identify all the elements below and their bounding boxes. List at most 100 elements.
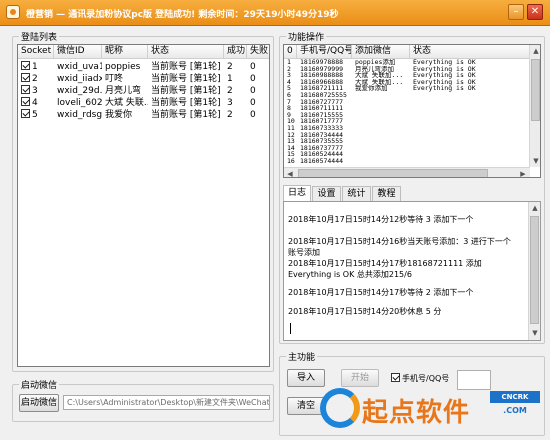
scroll-left-arrow-icon[interactable]: ◀ — [284, 168, 296, 177]
phone-list-hscrollbar[interactable]: ◀ ▶ — [284, 167, 530, 177]
window-title: 橙营销 — 通讯录加粉协议pc版 登陆成功! 剩余时间：29天19小时49分19… — [26, 10, 339, 20]
socket-number: 4 — [32, 98, 38, 108]
cell-nickname: 大斌 失联... — [105, 98, 148, 108]
row-checkbox[interactable] — [21, 97, 30, 106]
cell-success: 1 — [227, 74, 233, 84]
cell-wxid: wxid_iiadx... — [57, 74, 102, 84]
tab-log[interactable]: 日志 — [283, 185, 311, 201]
login-list-table[interactable]: Socket 微信ID 昵称 状态 成功 失败 1 wxid_uva1...pop… — [17, 44, 270, 367]
cell-socket: 2 — [18, 73, 54, 85]
phone-list-vscrollbar[interactable]: ▲ ▼ — [529, 45, 540, 167]
scroll-up-arrow-icon[interactable]: ▲ — [529, 202, 541, 214]
cell-fail: 0 — [250, 98, 256, 108]
main-function-label: 主功能 — [286, 350, 318, 363]
table-row[interactable]: 4 loveli_6022大斌 失联...当前账号 [第1轮] ...3 0 — [18, 97, 269, 109]
cell-success: 2 — [227, 86, 233, 96]
cell-status: 当前账号 [第1轮] ... — [151, 110, 224, 120]
hscroll-thumb[interactable] — [298, 169, 488, 177]
main-window: 橙营销 — 通讯录加粉协议pc版 登陆成功! 剩余时间：29天19小时49分19… — [0, 0, 550, 440]
col-header-op-status[interactable]: 状态 — [410, 45, 530, 59]
title-bar[interactable]: 橙营销 — 通讯录加粉协议pc版 登陆成功! 剩余时间：29天19小时49分19… — [0, 0, 550, 26]
cell-wxid: wxid_29d... — [57, 86, 102, 96]
table-row[interactable]: 5 wxid_rdsg...我爱你 当前账号 [第1轮] ...2 0 — [18, 109, 269, 121]
table-row[interactable]: 3 wxid_29d...月亮儿弯当前账号 [第1轮] ...2 0 — [18, 85, 269, 97]
tab-tutorial[interactable]: 教程 — [372, 186, 401, 201]
log-panel[interactable]: 2018年10月17日15时14分12秒等待 3 添加下一个 2018年10月1… — [283, 201, 541, 341]
watermark-text: 起点软件 — [362, 398, 471, 428]
tab-stats[interactable]: 统计 — [342, 186, 371, 201]
wechat-path-field[interactable]: C:\Users\Administrator\Desktop\新建文件夹\WeC… — [63, 395, 270, 410]
scroll-thumb[interactable] — [531, 59, 540, 121]
log-line: 2018年10月17日15时14分12秒等待 3 添加下一个 — [288, 215, 474, 224]
scroll-right-arrow-icon[interactable]: ▶ — [517, 168, 529, 177]
row-checkbox[interactable] — [21, 73, 30, 82]
cell-success: 2 — [227, 110, 233, 120]
socket-number: 5 — [32, 110, 38, 120]
start-wechat-button[interactable]: 启动微信 — [19, 394, 59, 412]
cell-wxid: wxid_uva1... — [57, 62, 102, 72]
col-header-add-wechat[interactable]: 添加微信 — [352, 45, 410, 59]
cell-status: 当前账号 [第1轮] ... — [151, 74, 224, 84]
log-line: 2018年10月17日15时14分16秒当天账号添加：3 进行下一个账号添加 — [288, 237, 511, 257]
scroll-up-arrow-icon[interactable]: ▲ — [530, 45, 540, 57]
cell-add-wechat — [352, 158, 410, 165]
cell-wxid: loveli_6022 — [57, 98, 102, 108]
tab-settings[interactable]: 设置 — [312, 186, 341, 201]
scroll-down-arrow-icon[interactable]: ▼ — [530, 155, 540, 167]
row-checkbox[interactable] — [21, 109, 30, 118]
col-header-phone[interactable]: 手机号/QQ号 — [297, 45, 352, 59]
log-scroll-thumb[interactable] — [530, 216, 539, 324]
log-vscrollbar[interactable]: ▲ ▼ — [528, 202, 540, 340]
phone-list-table[interactable]: 0 手机号/QQ号 添加微信 状态 1 18169978888 poppies添加 E… — [283, 44, 541, 178]
row-checkbox[interactable] — [21, 85, 30, 94]
app-logo-icon — [6, 5, 20, 19]
cell-nickname: poppies — [105, 62, 141, 72]
table-row[interactable]: 2 wxid_iiadx...叮咚 当前账号 [第1轮] ...1 0 — [18, 73, 269, 85]
cell-status: 当前账号 [第1轮] ... — [151, 98, 224, 108]
cell-success: 3 — [227, 98, 233, 108]
function-ops-label: 功能操作 — [286, 30, 327, 43]
cell-nickname: 我爱你 — [105, 110, 133, 120]
watermark-badge: CNCRK — [490, 391, 540, 403]
col-header-socket[interactable]: Socket — [18, 45, 54, 59]
cell-socket: 1 — [18, 61, 54, 73]
watermark-url: .COM — [503, 406, 527, 415]
site-watermark: 起点软件 CNCRK .COM — [318, 382, 550, 440]
table-row[interactable]: 16 18160574444 — [284, 158, 529, 165]
col-header-status[interactable]: 状态 — [148, 45, 224, 59]
cell-status: 当前账号 [第1轮] ... — [151, 62, 224, 72]
cell-fail: 0 — [250, 86, 256, 96]
cell-fail: 0 — [250, 74, 256, 84]
login-list-label: 登陆列表 — [19, 30, 60, 43]
cell-socket: 4 — [18, 97, 54, 109]
text-cursor — [290, 323, 291, 334]
log-line: 2018年10月17日15时14分17秒等待 2 添加下一个 — [288, 288, 474, 297]
socket-number: 3 — [32, 86, 38, 96]
scroll-down-arrow-icon[interactable]: ▼ — [529, 327, 541, 339]
table-row[interactable]: 1 wxid_uva1...poppies 当前账号 [第1轮] ...2 0 — [18, 61, 269, 73]
close-button[interactable]: ✕ — [527, 4, 543, 20]
col-header-nickname[interactable]: 昵称 — [102, 45, 148, 59]
cell-status: 当前账号 [第1轮] ... — [151, 86, 224, 96]
cell-fail: 0 — [250, 110, 256, 120]
cell-wxid: wxid_rdsg... — [57, 110, 102, 120]
row-checkbox[interactable] — [21, 61, 30, 70]
col-header-fail[interactable]: 失败 — [247, 45, 269, 59]
col-header-wxid[interactable]: 微信ID — [54, 45, 102, 59]
cell-success: 2 — [227, 62, 233, 72]
cell-index: 16 — [287, 158, 295, 165]
watermark-logo-icon — [320, 388, 360, 428]
cell-nickname: 叮咚 — [105, 74, 124, 84]
cell-socket: 3 — [18, 85, 54, 97]
log-line: 2018年10月17日15时14分20秒休息 5 分 — [288, 307, 442, 316]
cell-fail: 0 — [250, 62, 256, 72]
checkbox-box[interactable] — [391, 373, 400, 382]
start-wechat-label: 启动微信 — [19, 378, 60, 391]
cell-socket: 5 — [18, 109, 54, 121]
socket-number: 2 — [32, 74, 38, 84]
minimize-button[interactable]: – — [508, 4, 524, 20]
col-header-index[interactable]: 0 — [284, 45, 297, 59]
col-header-success[interactable]: 成功 — [224, 45, 247, 59]
log-line: 2018年10月17日15时14分17秒18168721111 添加 Every… — [288, 259, 482, 279]
cell-phone: 18160574444 — [300, 158, 344, 165]
